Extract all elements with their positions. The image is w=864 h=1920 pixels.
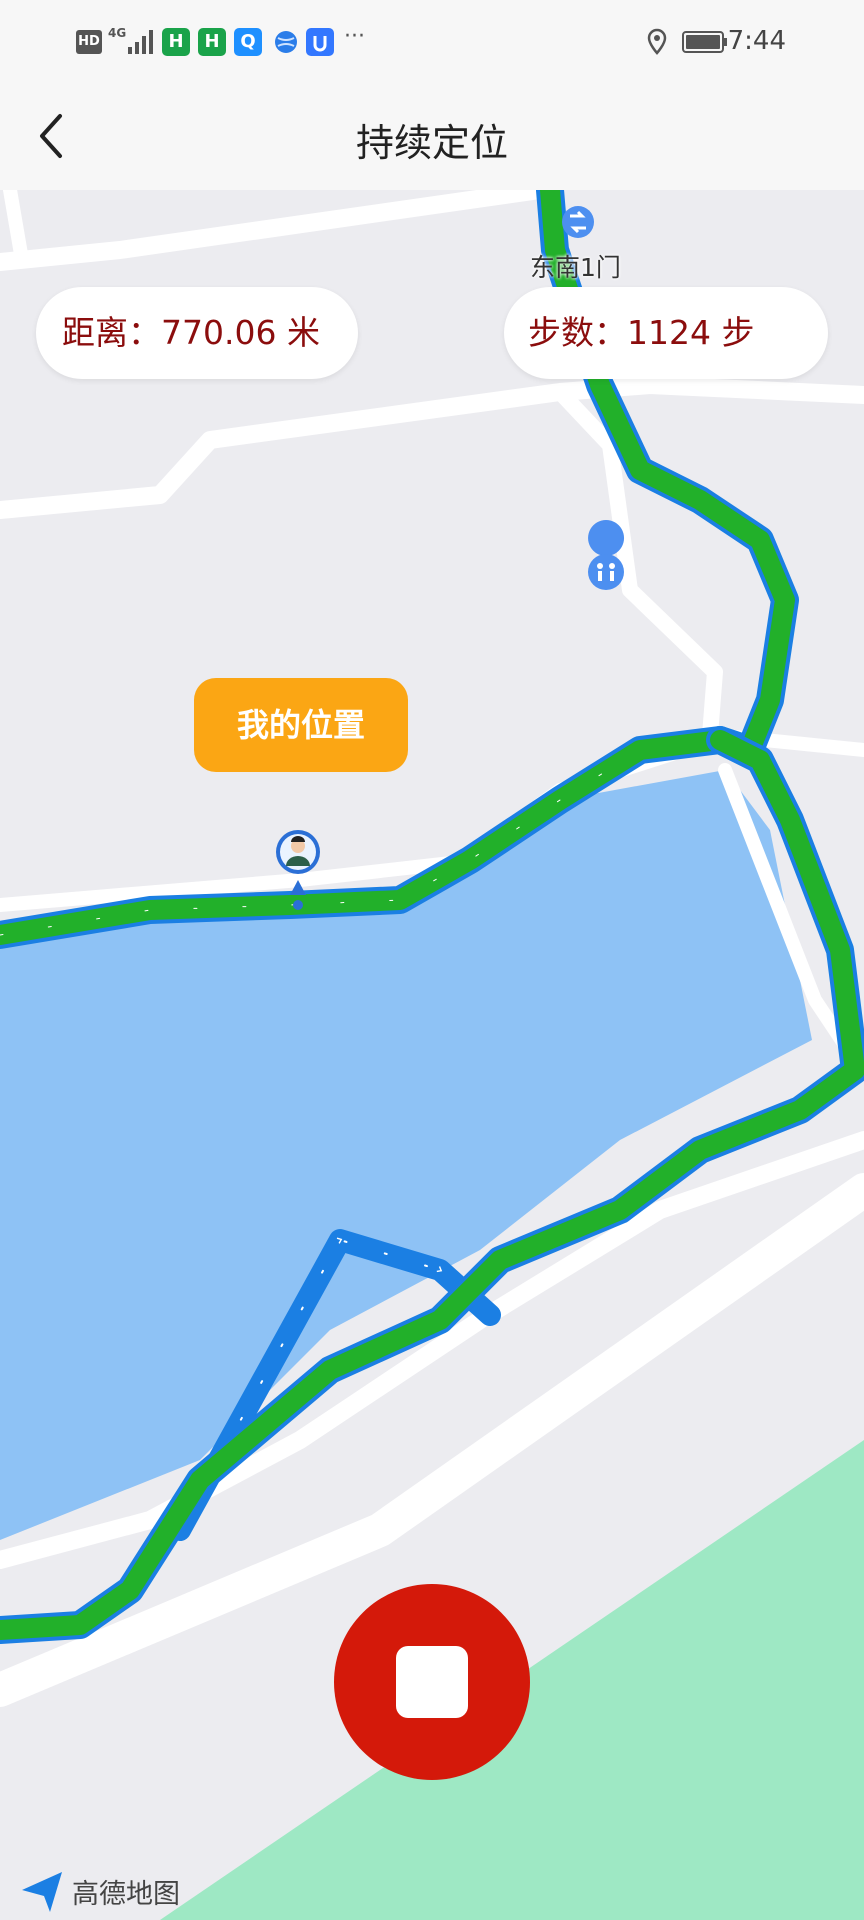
network-type-label: 4G xyxy=(108,26,127,40)
browser-app-icon xyxy=(275,31,297,53)
poi-gate-label: 东南1门 xyxy=(530,253,621,282)
signal-icon xyxy=(128,30,153,54)
hd-icon: HD xyxy=(76,30,102,54)
battery-icon xyxy=(682,31,727,53)
h-app-icon: H xyxy=(162,28,190,56)
status-time: 7:44 xyxy=(727,26,786,56)
gate-poi[interactable] xyxy=(562,206,594,238)
steps-display: 步数：1124 步 xyxy=(504,287,828,379)
distance-display: 距离：770.06 米 xyxy=(36,287,358,379)
more-icon: ··· xyxy=(344,24,365,49)
page-title: 持续定位 xyxy=(355,121,508,165)
shield-app-icon xyxy=(306,28,334,56)
status-bar: HD 4G H H Q ··· 7:44 xyxy=(0,0,864,80)
my-location-badge[interactable]: 我的位置 xyxy=(194,678,408,772)
location-icon xyxy=(647,28,667,55)
search-app-icon: Q xyxy=(234,28,262,56)
stop-button[interactable] xyxy=(334,1584,530,1780)
header: 持续定位 xyxy=(0,80,864,190)
stop-icon xyxy=(396,1646,468,1718)
h-app-2-icon: H xyxy=(198,28,226,56)
map-provider-label: 高德地图 xyxy=(72,1879,180,1910)
